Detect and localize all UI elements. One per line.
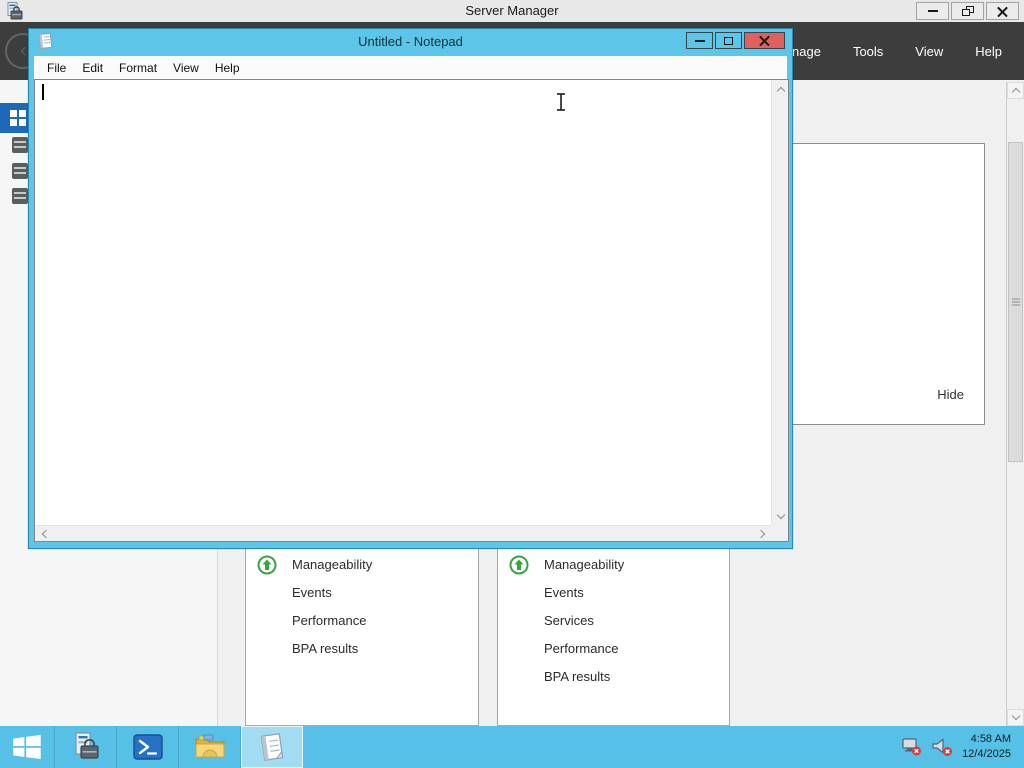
- minimize-icon: [927, 10, 938, 12]
- notepad-client-area: [34, 79, 789, 542]
- tile-row: Performance: [246, 607, 478, 635]
- tile-link[interactable]: Events: [292, 585, 332, 600]
- notepad-menu-help[interactable]: Help: [207, 61, 248, 75]
- scroll-down-button[interactable]: [772, 509, 789, 523]
- notepad-menu-format[interactable]: Format: [111, 61, 165, 75]
- notepad-window: Untitled - Notepad File Edit Format View…: [28, 28, 793, 549]
- sm-vertical-scrollbar[interactable]: [1006, 82, 1024, 726]
- close-icon: [997, 6, 1008, 17]
- file-explorer-icon: [195, 734, 224, 758]
- sm-minimize-button[interactable]: [916, 2, 949, 20]
- scroll-down-button[interactable]: [1007, 709, 1024, 726]
- notepad-close-button[interactable]: [744, 32, 785, 49]
- taskbar-explorer-button[interactable]: [179, 726, 241, 768]
- tile-link[interactable]: Performance: [292, 613, 366, 628]
- scroll-up-button[interactable]: [1007, 82, 1024, 99]
- network-status-icon[interactable]: [902, 738, 922, 756]
- tile-link[interactable]: Services: [544, 613, 594, 628]
- notepad-menubar: File Edit Format View Help: [34, 56, 787, 79]
- chevron-up-icon: [1011, 87, 1020, 97]
- taskbar-powershell-button[interactable]: [117, 726, 179, 768]
- start-button[interactable]: [0, 726, 55, 768]
- minimize-icon: [694, 39, 705, 42]
- sm-restore-button[interactable]: [951, 2, 984, 20]
- scrollbar-thumb[interactable]: [1008, 142, 1023, 462]
- tile-link[interactable]: BPA results: [292, 641, 358, 656]
- tile-row: BPA results: [498, 663, 729, 691]
- tile-title[interactable]: Manageability: [292, 557, 372, 572]
- clock-date: 12/4/2025: [962, 748, 1011, 760]
- menu-view[interactable]: View: [915, 44, 943, 59]
- tile-row: Manageability: [246, 551, 478, 579]
- hide-button[interactable]: Hide: [937, 387, 964, 402]
- powershell-icon: [132, 734, 163, 760]
- chevron-left-icon: [41, 529, 50, 538]
- tile-row: BPA results: [246, 635, 478, 663]
- system-tray: 4:58 AM 12/4/2025: [902, 726, 1024, 768]
- scroll-right-button[interactable]: [755, 526, 769, 541]
- notepad-vertical-scrollbar[interactable]: [771, 80, 788, 525]
- clock-time: 4:58 AM: [970, 733, 1011, 745]
- green-up-arrow-icon: [509, 555, 529, 575]
- notepad-editor[interactable]: [35, 80, 771, 525]
- taskbar-clock[interactable]: 4:58 AM 12/4/2025: [962, 732, 1011, 762]
- all-servers-icon[interactable]: [12, 163, 28, 179]
- close-icon: [759, 35, 770, 47]
- dashboard-icon: [10, 110, 26, 126]
- tile-link[interactable]: Performance: [544, 641, 618, 656]
- resize-grip[interactable]: [771, 525, 788, 541]
- server-manager-titlebar[interactable]: Server Manager: [0, 0, 1024, 22]
- tile-link[interactable]: BPA results: [544, 669, 610, 684]
- server-manager-menu: Manage Tools View Help: [774, 22, 1002, 80]
- tile-row: Events: [246, 579, 478, 607]
- menu-help[interactable]: Help: [975, 44, 1002, 59]
- taskbar: 4:58 AM 12/4/2025: [0, 726, 1024, 768]
- taskbar-server-manager-button[interactable]: [55, 726, 117, 768]
- restore-icon: [961, 6, 974, 16]
- ibeam-cursor: [557, 93, 565, 111]
- notepad-minimize-button[interactable]: [686, 32, 713, 49]
- chevron-right-icon: [756, 529, 765, 538]
- windows-logo-icon: [13, 735, 41, 759]
- chevron-down-icon: [1011, 711, 1020, 721]
- notepad-menu-file[interactable]: File: [39, 61, 74, 75]
- notepad-menu-view[interactable]: View: [165, 61, 207, 75]
- menu-tools[interactable]: Tools: [853, 44, 883, 59]
- tile-row: Events: [498, 579, 729, 607]
- scroll-left-button[interactable]: [37, 526, 51, 541]
- tile-row: Manageability: [498, 551, 729, 579]
- green-up-arrow-icon: [257, 555, 277, 575]
- scroll-up-button[interactable]: [772, 82, 789, 96]
- file-storage-services-icon[interactable]: [12, 188, 28, 204]
- notepad-window-title: Untitled - Notepad: [358, 34, 463, 49]
- local-server-icon[interactable]: [12, 137, 28, 153]
- maximize-icon: [724, 36, 733, 45]
- tile-link[interactable]: Events: [544, 585, 584, 600]
- volume-status-icon[interactable]: [931, 737, 953, 757]
- server-manager-icon: [74, 732, 99, 759]
- notepad-titlebar[interactable]: Untitled - Notepad: [29, 29, 792, 54]
- taskbar-notepad-button[interactable]: [241, 726, 303, 768]
- chevron-up-icon: [776, 86, 785, 95]
- scrollbar-grip-icon: [1011, 297, 1020, 308]
- tile-row: Services: [498, 607, 729, 635]
- sm-close-button[interactable]: [986, 2, 1019, 20]
- desktop: Server Manager Manage Tools View Help Hi…: [0, 0, 1024, 768]
- notepad-menu-edit[interactable]: Edit: [74, 61, 111, 75]
- tile-row: Performance: [498, 635, 729, 663]
- text-caret: [42, 84, 44, 100]
- server-manager-window-title: Server Manager: [465, 3, 559, 18]
- notepad-horizontal-scrollbar[interactable]: [35, 525, 771, 541]
- chevron-down-icon: [776, 510, 785, 519]
- notepad-maximize-button[interactable]: [715, 32, 742, 49]
- tile-title[interactable]: Manageability: [544, 557, 624, 572]
- notepad-icon: [260, 733, 284, 761]
